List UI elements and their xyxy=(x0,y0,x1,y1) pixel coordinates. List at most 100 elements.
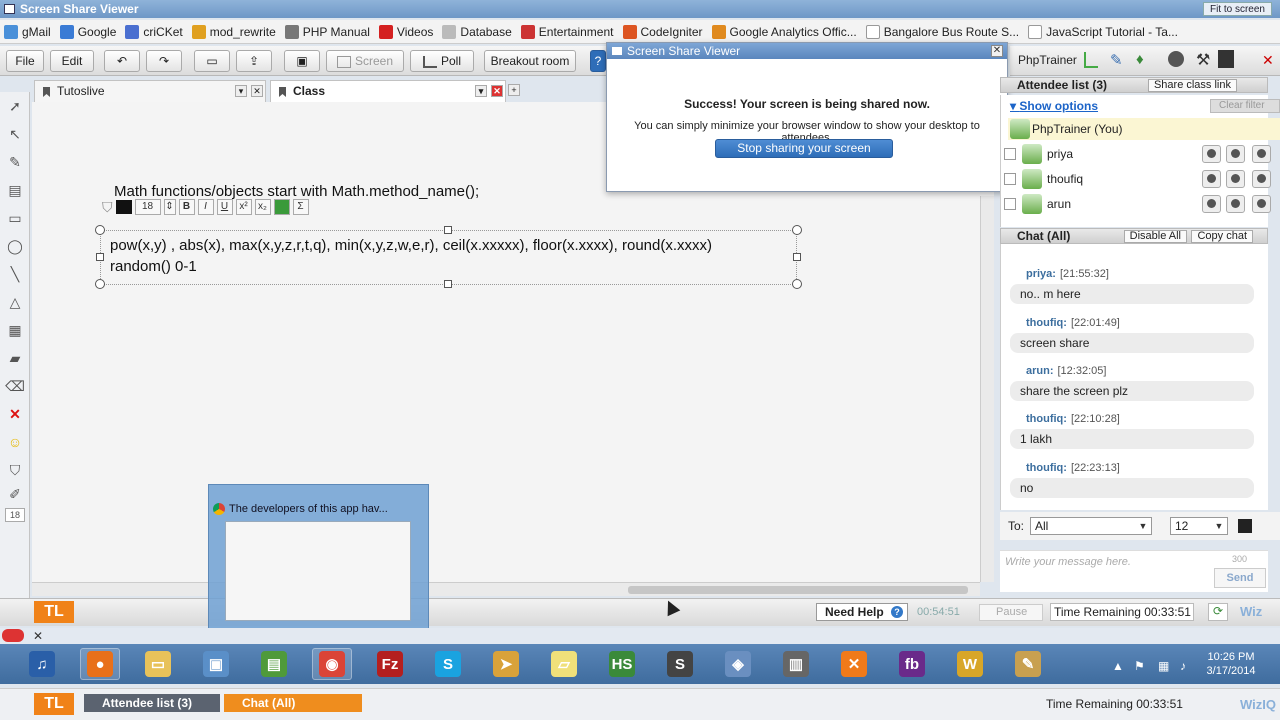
resize-handle[interactable] xyxy=(792,279,802,289)
emoticon-tool-icon[interactable]: ☺ xyxy=(5,432,25,452)
network-tray-icon[interactable]: ▦ xyxy=(1158,659,1169,673)
send-button[interactable]: Send xyxy=(1214,568,1266,588)
fill-bucket-icon[interactable]: ⛉ xyxy=(102,199,113,216)
pen-icon[interactable]: ✎ xyxy=(1110,51,1123,69)
settings-wrench-icon[interactable]: ⚒ xyxy=(1196,50,1210,70)
bookmark-item[interactable]: Database xyxy=(442,24,512,39)
tab-dropdown-icon[interactable]: ▾ xyxy=(235,85,247,97)
need-help-button[interactable]: Need Help? xyxy=(816,603,908,621)
refresh-icon[interactable]: ⟳ xyxy=(1208,603,1228,621)
bookmark-item[interactable]: Google Analytics Offic... xyxy=(711,24,857,39)
bookmark-item[interactable]: gMail xyxy=(4,24,51,39)
italic-button[interactable]: I xyxy=(197,199,214,215)
equation-icon[interactable] xyxy=(273,199,290,215)
attendee-checkbox[interactable] xyxy=(1004,173,1016,185)
disable-all-button[interactable]: Disable All xyxy=(1123,230,1187,243)
bookmark-item[interactable]: CodeIgniter xyxy=(622,24,703,39)
chat-tab[interactable]: Chat (All) xyxy=(224,694,362,712)
webcam-toggle-icon[interactable] xyxy=(1202,170,1221,188)
chat-color-swatch[interactable] xyxy=(1238,519,1252,533)
chrome-taskbar-button[interactable]: ◉ xyxy=(312,648,352,680)
paint-taskbar-button[interactable]: ✎ xyxy=(1008,648,1048,680)
webcam-toggle-icon[interactable] xyxy=(1202,195,1221,213)
chat-recipient-select[interactable]: All ▼ xyxy=(1030,517,1152,535)
fit-to-screen-button[interactable]: Fit to screen xyxy=(1202,2,1272,16)
file-menu-button[interactable]: File xyxy=(6,50,44,72)
attendee-row[interactable]: thoufiq xyxy=(1004,167,1280,191)
filezilla-taskbar-button[interactable]: Fz xyxy=(370,648,410,680)
eraser-tool-icon[interactable]: ⌫ xyxy=(5,376,25,396)
dialog-close-icon[interactable]: ✕ xyxy=(991,45,1003,57)
firefox-taskbar-button[interactable]: ● xyxy=(80,648,120,680)
underline-button[interactable]: U xyxy=(216,199,233,215)
tab-dropdown-icon[interactable]: ▾ xyxy=(475,85,487,97)
mic-toggle-icon[interactable] xyxy=(1226,195,1245,213)
preview-thumbnail[interactable] xyxy=(225,521,411,621)
network-taskbar-button[interactable]: ▣ xyxy=(196,648,236,680)
add-tab-icon[interactable]: + xyxy=(508,84,520,96)
tab-tutoslive[interactable]: Tutoslive ▾ ✕ xyxy=(34,80,266,102)
show-hidden-icons[interactable]: ▲ xyxy=(1112,659,1124,673)
resize-handle[interactable] xyxy=(95,225,105,235)
pen-toggle-icon[interactable] xyxy=(1252,145,1271,163)
highlighter-tool-icon[interactable]: ▰ xyxy=(5,348,25,368)
sticky-notes-taskbar-button[interactable]: ▱ xyxy=(544,648,584,680)
attendee-list-tab[interactable]: Attendee list (3) xyxy=(84,694,220,712)
table-tool-icon[interactable]: ▦ xyxy=(5,320,25,340)
resize-handle[interactable] xyxy=(793,253,801,261)
sublime-taskbar-button[interactable]: S xyxy=(660,648,700,680)
text-color-swatch[interactable] xyxy=(115,200,132,214)
open-folder-button[interactable]: ▭ xyxy=(194,50,230,72)
webcam-toggle-icon[interactable] xyxy=(1202,145,1221,163)
triangle-tool-icon[interactable]: △ xyxy=(5,292,25,312)
tablet-icon[interactable] xyxy=(1218,50,1234,68)
xampp-taskbar-button[interactable]: ✕ xyxy=(834,648,874,680)
rectangle-tool-icon[interactable]: ▭ xyxy=(5,208,25,228)
pointer-tool-icon[interactable]: ↖ xyxy=(5,124,25,144)
pen-toggle-icon[interactable] xyxy=(1252,170,1271,188)
tab-class[interactable]: Class ▾ ✕ xyxy=(270,80,506,102)
edit-menu-button[interactable]: Edit xyxy=(50,50,94,72)
attendee-row[interactable]: priya xyxy=(1004,142,1280,166)
bookmark-item[interactable]: PHP Manual xyxy=(284,24,370,39)
delete-tool-icon[interactable]: ✕ xyxy=(5,404,25,424)
system-clock[interactable]: 10:26 PM 3/17/2014 xyxy=(1196,650,1266,678)
breakout-room-button[interactable]: Breakout room xyxy=(484,50,576,72)
bookmark-item[interactable]: Entertainment xyxy=(520,24,614,39)
color-pen-icon[interactable]: ✐ xyxy=(5,484,25,504)
line-tool-icon[interactable]: ╲ xyxy=(5,264,25,284)
mic-toggle-icon[interactable] xyxy=(1226,145,1245,163)
close-panel-icon[interactable]: ✕ xyxy=(1262,52,1274,69)
font-size-indicator[interactable]: 18 xyxy=(5,508,25,522)
vertical-scrollbar[interactable] xyxy=(980,196,994,582)
explorer-folder-taskbar-button[interactable]: ▭ xyxy=(138,648,178,680)
virtualbox-taskbar-button[interactable]: ◈ xyxy=(718,648,758,680)
scrollbar-thumb[interactable] xyxy=(628,586,968,594)
tab-close-icon[interactable]: ✕ xyxy=(251,85,263,97)
bookmark-item[interactable]: mod_rewrite xyxy=(191,24,276,39)
superscript-button[interactable]: x² xyxy=(235,199,252,215)
share-class-link-button[interactable]: Share class link xyxy=(1147,79,1237,92)
bookmark-item[interactable]: JavaScript Tutorial - Ta... xyxy=(1028,24,1178,39)
select-tool-icon[interactable]: ➚ xyxy=(5,96,25,116)
word-taskbar-button[interactable]: W xyxy=(950,648,990,680)
resize-handle[interactable] xyxy=(444,226,452,234)
sigma-button[interactable]: Σ xyxy=(292,199,309,215)
font-size-select[interactable]: 18 xyxy=(134,199,161,215)
chat-font-size-select[interactable]: 12 ▼ xyxy=(1170,517,1228,535)
bookmark-item[interactable]: criCKet xyxy=(125,24,183,39)
film-taskbar-button[interactable]: ▥ xyxy=(776,648,816,680)
resize-handle[interactable] xyxy=(444,280,452,288)
copy-chat-button[interactable]: Copy chat xyxy=(1191,230,1253,243)
tab-close-icon[interactable]: ✕ xyxy=(491,85,503,97)
show-options-link[interactable]: ▾ Show options xyxy=(1010,99,1098,113)
redo-button[interactable]: ↷ xyxy=(146,50,182,72)
flash-builder-taskbar-button[interactable]: fb xyxy=(892,648,932,680)
taskbar-preview[interactable]: The developers of this app hav... xyxy=(208,484,429,638)
resize-handle[interactable] xyxy=(95,279,105,289)
attendee-self-row[interactable]: PhpTrainer (You) xyxy=(1008,118,1280,140)
volume-icon[interactable]: ♪ xyxy=(1180,659,1186,673)
media-button[interactable]: ▣ xyxy=(284,50,320,72)
bold-button[interactable]: B xyxy=(178,199,195,215)
attendee-row[interactable]: arun xyxy=(1004,192,1280,216)
